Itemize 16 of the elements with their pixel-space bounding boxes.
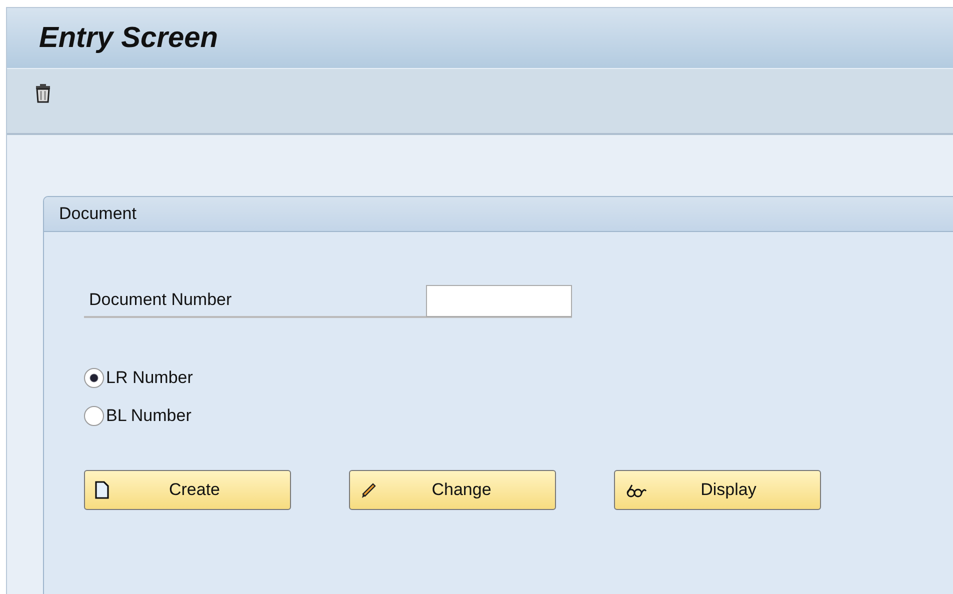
group-title: Document bbox=[59, 204, 136, 224]
action-button[interactable]: Change bbox=[349, 470, 556, 510]
action-button[interactable]: Display bbox=[614, 470, 821, 510]
pencil-icon bbox=[360, 481, 378, 499]
trash-icon bbox=[35, 83, 51, 103]
delete-button[interactable] bbox=[35, 83, 51, 103]
input-field[interactable] bbox=[426, 285, 572, 317]
window-title: Entry Screen bbox=[39, 22, 218, 54]
glasses-icon bbox=[625, 482, 647, 498]
field-label: Document Number bbox=[88, 290, 232, 311]
radio-option[interactable]: BL Number bbox=[84, 406, 953, 426]
radio-button[interactable] bbox=[84, 368, 104, 388]
radio-option[interactable]: LR Number bbox=[84, 368, 953, 388]
action-button[interactable]: Create bbox=[84, 470, 291, 510]
radio-button[interactable] bbox=[84, 406, 104, 426]
document-icon bbox=[95, 481, 109, 499]
